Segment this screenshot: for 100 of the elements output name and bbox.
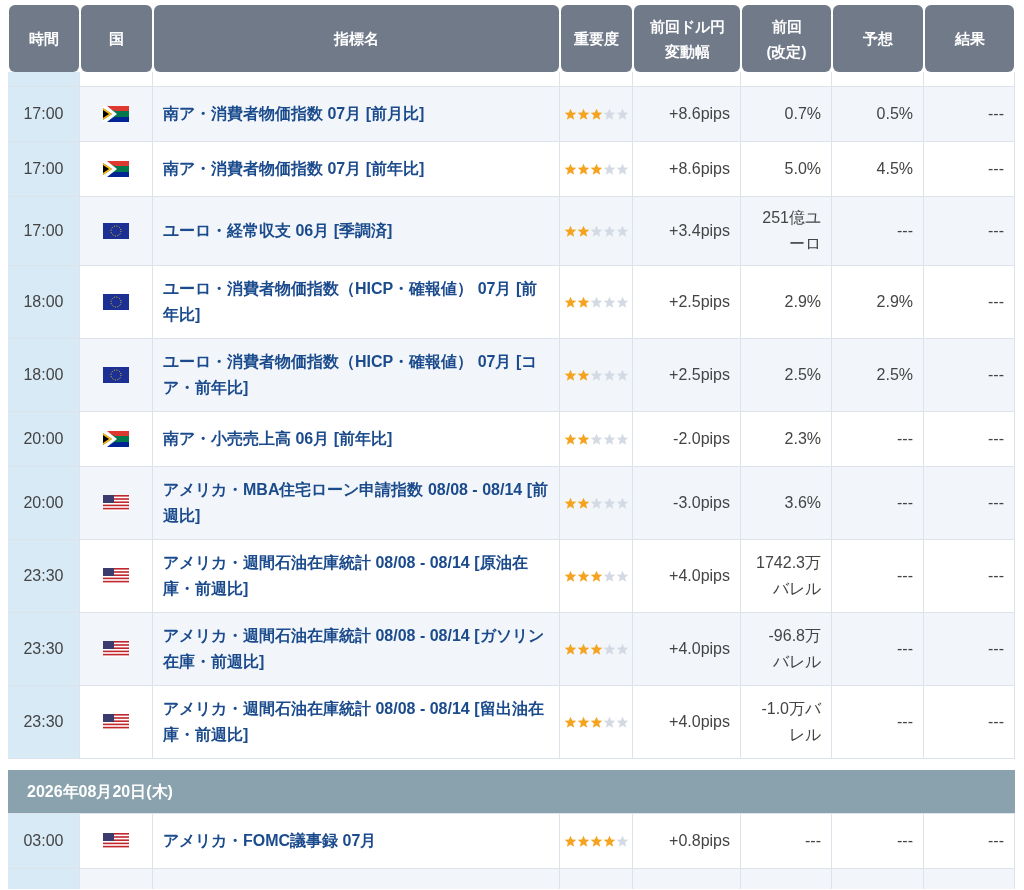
table-cell-text: +2.5pips: [669, 292, 730, 312]
star-icon: [615, 432, 629, 446]
column-header: 前回 (改定): [742, 5, 831, 72]
star-icon: [589, 432, 603, 446]
star-icon: [615, 715, 629, 729]
table-cell-text: ---: [988, 221, 1004, 241]
flag-icon: [103, 568, 129, 584]
table-cell-text: ---: [988, 493, 1004, 513]
star-icon: [602, 368, 616, 382]
flag-icon: [103, 641, 129, 657]
flag-icon: [103, 161, 129, 177]
star-icon: [576, 715, 590, 729]
star-icon: [589, 368, 603, 382]
star-icon: [576, 295, 590, 309]
column-header: 時間: [9, 5, 79, 72]
star-icon: [589, 295, 603, 309]
star-icon: [602, 496, 616, 510]
column-header: 前回ドル円 変動幅: [634, 5, 740, 72]
star-icon: [602, 162, 616, 176]
table-cell-text: -3.0pips: [673, 493, 730, 513]
table-cell-text: -2.0pips: [673, 429, 730, 449]
table-cell-text: 0.5%: [876, 104, 913, 124]
star-icon: [576, 162, 590, 176]
indicator-link[interactable]: 南ア・消費者物価指数 07月 [前月比]: [163, 101, 425, 127]
star-icon: [602, 432, 616, 446]
table-cell-text: +8.6pips: [669, 104, 730, 124]
star-icon: [576, 368, 590, 382]
indicator-link[interactable]: 南ア・小売売上高 06月 [前年比]: [163, 426, 393, 452]
star-icon: [589, 224, 603, 238]
table-cell-text: ---: [897, 831, 913, 851]
table-cell-text: 2.3%: [784, 429, 821, 449]
flag-icon: [103, 367, 129, 383]
indicator-link[interactable]: 南ア・消費者物価指数 07月 [前年比]: [163, 156, 425, 182]
star-icon: [602, 834, 616, 848]
table-cell-text: 5.0%: [784, 159, 821, 179]
star-icon: [563, 162, 577, 176]
indicator-link[interactable]: アメリカ・週間石油在庫統計 08/08 - 08/14 [留出油在庫・前週比]: [163, 696, 549, 748]
star-icon: [563, 368, 577, 382]
star-icon: [615, 107, 629, 121]
star-icon: [563, 642, 577, 656]
flag-icon: [103, 106, 129, 122]
table-cell-text: 2.5%: [876, 365, 913, 385]
time-cell: 23:30: [8, 686, 80, 758]
star-icon: [576, 107, 590, 121]
indicator-link[interactable]: ユーロ・経常収支 06月 [季調済]: [163, 218, 393, 244]
time-cell: 23:30: [8, 540, 80, 612]
table-cell-text: ---: [988, 566, 1004, 586]
indicator-link[interactable]: ユーロ・消費者物価指数（HICP・確報値） 07月 [コア・前年比]: [163, 349, 549, 401]
table-cell-text: -1.0万バレル: [760, 699, 821, 745]
star-icon: [563, 295, 577, 309]
table-cell-text: 251億ユーロ: [761, 208, 821, 254]
indicator-link[interactable]: アメリカ・MBA住宅ローン申請指数 08/08 - 08/14 [前週比]: [163, 477, 549, 529]
table-cell-text: ---: [988, 159, 1004, 179]
column-header: 国: [81, 5, 152, 72]
star-icon: [615, 162, 629, 176]
column-header: 結果: [925, 5, 1014, 72]
flag-icon: [103, 223, 129, 239]
table-cell-text: ---: [988, 104, 1004, 124]
star-icon: [589, 715, 603, 729]
star-icon: [589, 834, 603, 848]
time-cell: 18:00: [8, 266, 80, 338]
table-cell-text: 2.9%: [784, 292, 821, 312]
flag-icon: [103, 495, 129, 511]
table-cell-text: ---: [988, 429, 1004, 449]
table-cell-text: +4.0pips: [669, 639, 730, 659]
star-icon: [589, 569, 603, 583]
time-cell: 18:00: [8, 339, 80, 411]
table-cell-text: 2.5%: [784, 365, 821, 385]
flag-icon: [103, 294, 129, 310]
star-icon: [576, 432, 590, 446]
date-heading: 2026年08月20日(木): [27, 781, 173, 802]
table-cell-text: ---: [897, 221, 913, 241]
star-icon: [589, 107, 603, 121]
indicator-link[interactable]: アメリカ・週間石油在庫統計 08/08 - 08/14 [ガソリン在庫・前週比]: [163, 623, 549, 675]
star-icon: [615, 569, 629, 583]
star-icon: [563, 715, 577, 729]
star-icon: [602, 642, 616, 656]
star-icon: [602, 107, 616, 121]
indicator-link[interactable]: ユーロ・消費者物価指数（HICP・確報値） 07月 [前年比]: [163, 276, 549, 328]
table-cell-text: +8.6pips: [669, 159, 730, 179]
table-cell-text: ---: [988, 831, 1004, 851]
time-cell: 17:00: [8, 142, 80, 196]
table-cell-text: 0.7%: [784, 104, 821, 124]
star-icon: [602, 224, 616, 238]
star-icon: [563, 496, 577, 510]
table-cell-text: +2.5pips: [669, 365, 730, 385]
time-cell: 20:00: [8, 467, 80, 539]
time-cell: 23:30: [8, 613, 80, 685]
star-icon: [576, 224, 590, 238]
table-cell-text: +4.0pips: [669, 712, 730, 732]
star-icon: [563, 432, 577, 446]
flag-icon: [103, 431, 129, 447]
table-cell-text: ---: [897, 429, 913, 449]
indicator-link[interactable]: アメリカ・週間石油在庫統計 08/08 - 08/14 [原油在庫・前週比]: [163, 550, 549, 602]
indicator-link[interactable]: アメリカ・FOMC議事録 07月: [163, 828, 377, 854]
star-icon: [615, 224, 629, 238]
table-cell-text: ---: [897, 712, 913, 732]
time-cell: 17:00: [8, 197, 80, 265]
table-cell-text: 2.9%: [876, 292, 913, 312]
star-icon: [589, 162, 603, 176]
